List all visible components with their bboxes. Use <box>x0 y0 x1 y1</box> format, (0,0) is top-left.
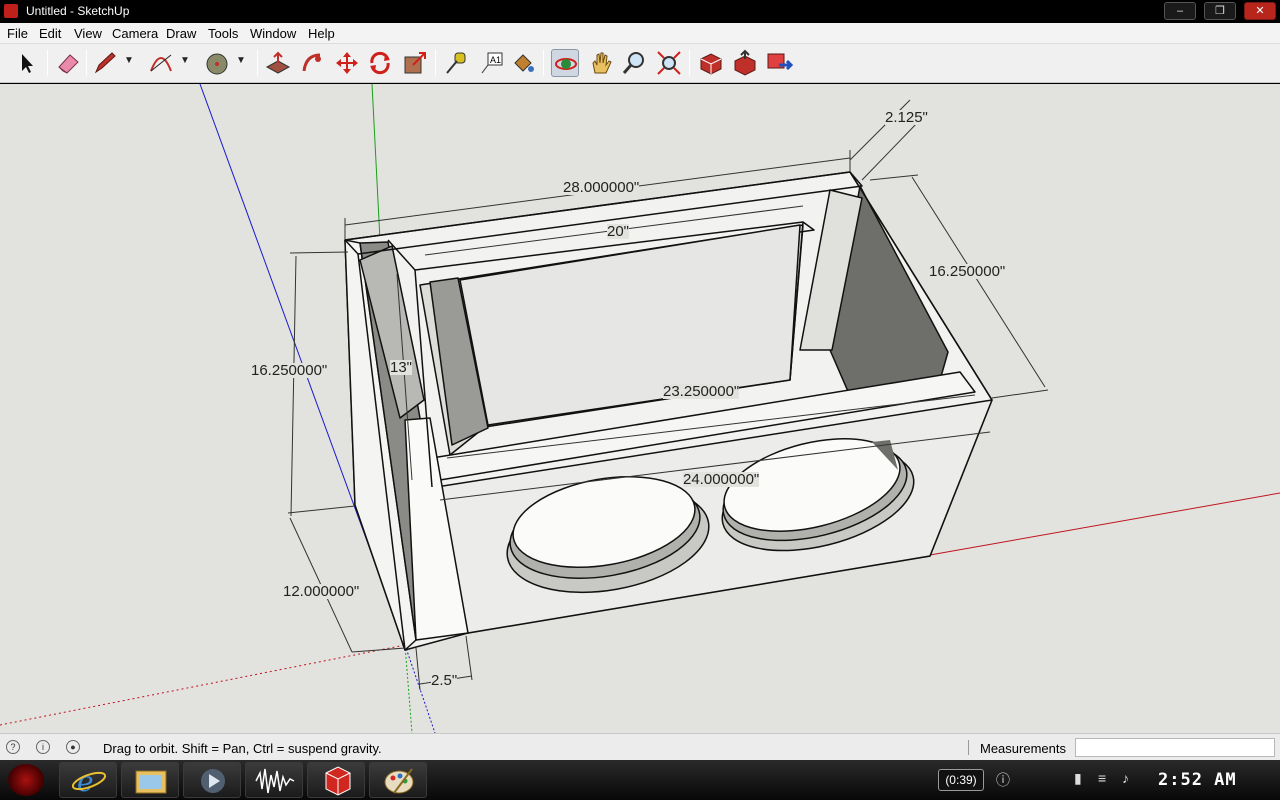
internet-explorer-icon[interactable]: e <box>59 762 117 798</box>
share-model-icon[interactable] <box>731 49 759 77</box>
menu-window[interactable]: Window <box>250 26 296 41</box>
dimension-label-baffle-width: 24.000000" <box>683 471 760 488</box>
pencil-icon[interactable] <box>91 49 119 77</box>
title-bar: Untitled - SketchUp – ❐ ✕ <box>0 0 1280 23</box>
close-button[interactable]: ✕ <box>1244 2 1276 20</box>
dimension-label-port-height: 13" <box>390 359 413 376</box>
sketchup-icon[interactable] <box>307 762 365 798</box>
select-icon[interactable] <box>13 49 41 77</box>
get-models-icon[interactable] <box>697 49 725 77</box>
svg-text:e: e <box>77 765 94 798</box>
dimension-label-height: 16.250000" <box>251 362 328 379</box>
toolbar-separator <box>257 50 258 76</box>
menu-edit[interactable]: Edit <box>39 26 61 41</box>
arc-dropdown-icon[interactable]: ▼ <box>180 55 190 66</box>
dimension-label-depth: 16.250000" <box>929 263 1006 280</box>
dimension-label-port-gap: 2.5" <box>431 672 458 689</box>
restore-button[interactable]: ❐ <box>1204 2 1236 20</box>
3d-viewport[interactable]: 28.000000" 2.125" 20" 16.250000" 16.2500… <box>0 84 1280 733</box>
pan-icon[interactable] <box>587 49 615 77</box>
dimension-label-panel-thickness: 2.125" <box>885 109 928 126</box>
menu-draw[interactable]: Draw <box>166 26 196 41</box>
zoom-extents-icon[interactable] <box>655 49 683 77</box>
menu-tools[interactable]: Tools <box>208 26 238 41</box>
paint-bucket-icon[interactable] <box>509 49 537 77</box>
subwoofer-box-model[interactable] <box>344 171 993 651</box>
dimension-label-port-length: 23.250000" <box>663 383 740 400</box>
file-explorer-icon[interactable] <box>121 762 179 798</box>
components-icon[interactable] <box>765 49 794 77</box>
taskbar: e (0:39) ⓘ ▮ ≡ ♪ 2:52 AM <box>0 760 1280 800</box>
circle-dropdown-icon[interactable]: ▼ <box>236 55 246 66</box>
red-axis-negative <box>0 644 406 726</box>
volume-icon[interactable]: ♪ <box>1122 770 1129 786</box>
measurements-input[interactable] <box>1075 738 1275 757</box>
toolbar-separator <box>435 50 436 76</box>
menu-view[interactable]: View <box>74 26 102 41</box>
window-title: Untitled - SketchUp <box>26 4 130 18</box>
media-player-icon[interactable] <box>183 762 241 798</box>
move-icon[interactable] <box>333 49 361 77</box>
dimension-label-width: 28.000000" <box>563 179 640 196</box>
usb-device-icon[interactable]: ▮ <box>1074 770 1082 787</box>
orbit-icon[interactable] <box>551 49 579 77</box>
network-icon[interactable]: ≡ <box>1098 770 1106 786</box>
info-icon[interactable]: i <box>36 740 50 754</box>
eraser-icon[interactable] <box>54 49 82 77</box>
scale-icon[interactable] <box>401 49 429 77</box>
dimension-label-front-depth: 12.000000" <box>283 583 360 600</box>
start-button[interactable] <box>8 764 44 796</box>
system-clock[interactable]: 2:52 AM <box>1158 770 1237 790</box>
text-icon[interactable]: A1 <box>478 49 506 77</box>
geolocation-icon[interactable]: ? <box>6 740 20 754</box>
zoom-icon[interactable] <box>620 49 648 77</box>
toolbar-separator <box>86 50 87 76</box>
green-axis <box>371 84 381 241</box>
arc-icon[interactable] <box>147 49 175 77</box>
user-icon[interactable]: ● <box>66 740 80 754</box>
paint-icon[interactable] <box>369 762 427 798</box>
info-tray-icon[interactable]: ⓘ <box>996 770 1010 790</box>
status-hint: Drag to orbit. Shift = Pan, Ctrl = suspe… <box>103 741 382 756</box>
push-pull-icon[interactable] <box>264 49 292 77</box>
minimize-button[interactable]: – <box>1164 2 1196 20</box>
green-axis-negative <box>404 644 413 733</box>
model-canvas <box>0 84 1280 733</box>
measurements-label: Measurements <box>980 741 1066 756</box>
pencil-dropdown-icon[interactable]: ▼ <box>124 55 134 66</box>
sketchup-app-icon <box>4 4 18 18</box>
dimension-label-port-width: 20" <box>607 223 630 240</box>
menu-file[interactable]: File <box>7 26 28 41</box>
svg-text:A1: A1 <box>490 55 501 65</box>
follow-me-icon[interactable] <box>298 49 326 77</box>
toolbar-separator <box>543 50 544 76</box>
circle-icon[interactable] <box>203 49 231 77</box>
toolbar-separator <box>689 50 690 76</box>
menu-bar: File Edit View Camera Draw Tools Window … <box>0 23 1280 44</box>
menu-camera[interactable]: Camera <box>112 26 158 41</box>
red-axis <box>929 492 1280 556</box>
measurements-separator <box>968 740 969 755</box>
menu-help[interactable]: Help <box>308 26 335 41</box>
status-bar: ? i ● Drag to orbit. Shift = Pan, Ctrl =… <box>0 733 1280 760</box>
toolbar: ▼ ▼ ▼ A1 <box>0 44 1280 83</box>
audio-editor-icon[interactable] <box>245 762 303 798</box>
toolbar-separator <box>47 50 48 76</box>
battery-indicator[interactable]: (0:39) <box>938 769 984 791</box>
rotate-icon[interactable] <box>366 49 394 77</box>
tape-measure-icon[interactable] <box>443 49 471 77</box>
